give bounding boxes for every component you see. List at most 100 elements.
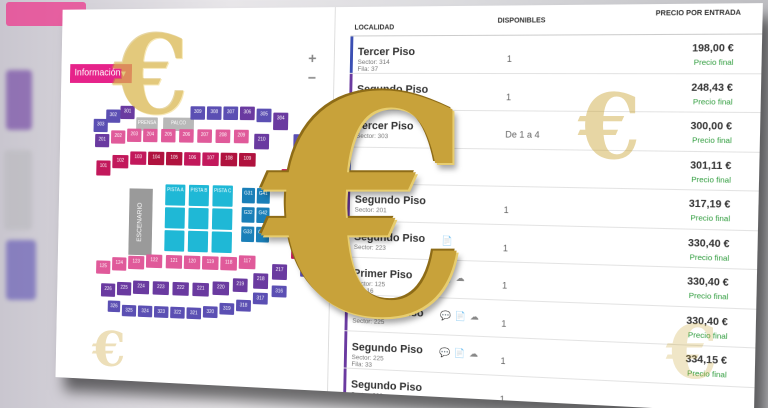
seat-section[interactable]: 206	[179, 129, 194, 143]
seat-section[interactable]: 104	[147, 151, 165, 166]
seat-section[interactable]: 316	[271, 285, 287, 298]
seat-section[interactable]: 204	[143, 128, 158, 143]
seat-section[interactable]: PISTA C	[212, 185, 233, 207]
row-available: 1	[501, 318, 507, 329]
seat-section[interactable]: 322	[170, 306, 185, 319]
seat-section[interactable]: 125	[96, 260, 111, 275]
seat-section[interactable]: G41	[256, 188, 270, 204]
seat-section[interactable]: G43	[255, 226, 270, 243]
ticket-row[interactable]: Segundo Piso Sector: 223 1 248,43 € Precio f…	[348, 73, 762, 114]
row-price: 198,00 €	[692, 42, 734, 55]
seat-section[interactable]: 218	[253, 273, 269, 290]
seat-section[interactable]: 102	[112, 154, 129, 169]
seat-section[interactable]: 325	[121, 304, 137, 317]
seat-section[interactable]: 117	[238, 255, 256, 270]
seat-section[interactable]	[211, 231, 233, 254]
seat-section[interactable]: 124	[112, 257, 127, 271]
seat-section[interactable]: 123	[128, 255, 145, 270]
seat-section[interactable]: 321	[186, 307, 202, 320]
seat-section[interactable]: 120	[183, 255, 201, 270]
seat-section[interactable]: 211	[293, 134, 309, 156]
seat-section[interactable]: 208	[215, 129, 231, 144]
row-final-price-label: Precio final	[687, 368, 727, 380]
seat-section[interactable]: 221	[192, 282, 209, 297]
ticket-row[interactable]: Tercer Piso Sector: 303 De 1 a 4 300,00 € Pr…	[348, 110, 761, 153]
seat-section[interactable]: G33	[241, 226, 255, 243]
seat-section[interactable]: 306	[239, 106, 255, 121]
seat-section[interactable]: G42	[256, 207, 270, 224]
seat-section[interactable]: 220	[212, 281, 230, 296]
seat-section[interactable]: 326	[107, 300, 121, 313]
info-dropdown-button[interactable]: Información ▼	[69, 64, 133, 84]
seat-section[interactable]: 324	[137, 305, 153, 318]
seat-section[interactable]	[164, 207, 185, 229]
seat-section[interactable]: 109	[238, 152, 256, 167]
seat-section[interactable]: 305	[256, 108, 272, 123]
seat-section[interactable]: 301	[120, 105, 135, 120]
row-color-bar	[347, 147, 352, 183]
seat-section[interactable]: PISTA A	[165, 184, 186, 206]
seat-section[interactable]: 323	[153, 306, 169, 319]
seat-section[interactable]: 317	[252, 292, 268, 305]
seat-section[interactable]: 201	[94, 133, 110, 148]
seat-section[interactable]: 101	[96, 160, 111, 176]
list-header: LOCALIDAD DISPONIBLES PRECIO POR ENTRADA	[350, 3, 763, 37]
seat-section[interactable]: 112	[281, 169, 297, 183]
document-icon[interactable]: 💬📄☁	[440, 310, 483, 323]
seat-section[interactable]: 114	[288, 204, 304, 223]
row-fila: Fila: 37	[357, 65, 379, 73]
seat-section[interactable]: 309	[190, 106, 206, 120]
seat-section[interactable]: 224	[132, 280, 150, 295]
seat-section[interactable]: 116	[291, 245, 307, 260]
seat-section[interactable]: 118	[220, 256, 238, 271]
seat-section[interactable]: 202	[110, 130, 126, 144]
seat-section[interactable]	[211, 208, 233, 230]
seat-section[interactable]: 307	[223, 106, 239, 121]
seat-section[interactable]: 108	[220, 152, 238, 167]
seat-section[interactable]: 318	[235, 299, 252, 312]
ticket-row[interactable]: Tercer Piso Sector: 314 Fila: 37 1 198,00 € P…	[349, 34, 763, 74]
seat-section[interactable]: 122	[145, 254, 163, 269]
background-blob	[6, 70, 32, 130]
seat-section[interactable]: 203	[126, 128, 142, 143]
seat-section[interactable]: 205	[160, 128, 176, 143]
seat-section[interactable]: 217	[271, 264, 288, 281]
seat-section[interactable]: 115	[291, 225, 307, 240]
document-icon[interactable]: 📄☁	[441, 272, 469, 284]
seat-section[interactable]: 308	[206, 106, 222, 120]
seat-section[interactable]: 223	[152, 281, 170, 296]
seat-section[interactable]: 304	[273, 112, 289, 131]
seat-section[interactable]	[164, 230, 185, 252]
seat-section[interactable]: G32	[241, 207, 255, 223]
seat-section[interactable]: G31	[241, 187, 256, 204]
row-title: Primer Piso	[353, 267, 413, 282]
seat-section[interactable]: 113	[284, 186, 301, 201]
seat-section[interactable]	[188, 207, 209, 230]
seat-section[interactable]: 121	[165, 254, 183, 269]
seat-section[interactable]: 302	[106, 109, 121, 123]
seat-section[interactable]: 106	[183, 152, 201, 166]
seat-section[interactable]: 107	[202, 152, 219, 167]
seat-section[interactable]: 319	[219, 302, 235, 315]
seat-section[interactable]: 103	[130, 151, 147, 165]
seat-section[interactable]: 222	[172, 281, 189, 296]
seat-section[interactable]: 225	[116, 281, 132, 296]
seat-section[interactable]: 210	[254, 133, 270, 150]
seat-section[interactable]	[187, 230, 209, 253]
seat-section[interactable]: 209	[233, 129, 249, 144]
seat-section[interactable]: 320	[202, 306, 218, 319]
seat-section[interactable]: 119	[201, 256, 219, 271]
zoom-in-button[interactable]: +	[308, 50, 317, 67]
row-final-price-label: Precio final	[692, 96, 733, 107]
document-icon[interactable]: 📄	[441, 235, 456, 246]
seat-section[interactable]: 219	[232, 278, 248, 293]
seat-section[interactable]: PISTA B	[188, 184, 210, 207]
seat-section[interactable]: 207	[197, 129, 213, 143]
seat-section[interactable]: 226	[100, 283, 116, 297]
row-price: 334,15 €	[685, 353, 728, 368]
zoom-out-button[interactable]: −	[308, 70, 317, 87]
document-icon[interactable]: 💬📄☁	[439, 347, 482, 360]
seat-section[interactable]: 105	[165, 151, 183, 166]
seat-section[interactable]: 315	[300, 261, 316, 278]
row-sector: Sector: 223	[356, 95, 389, 104]
